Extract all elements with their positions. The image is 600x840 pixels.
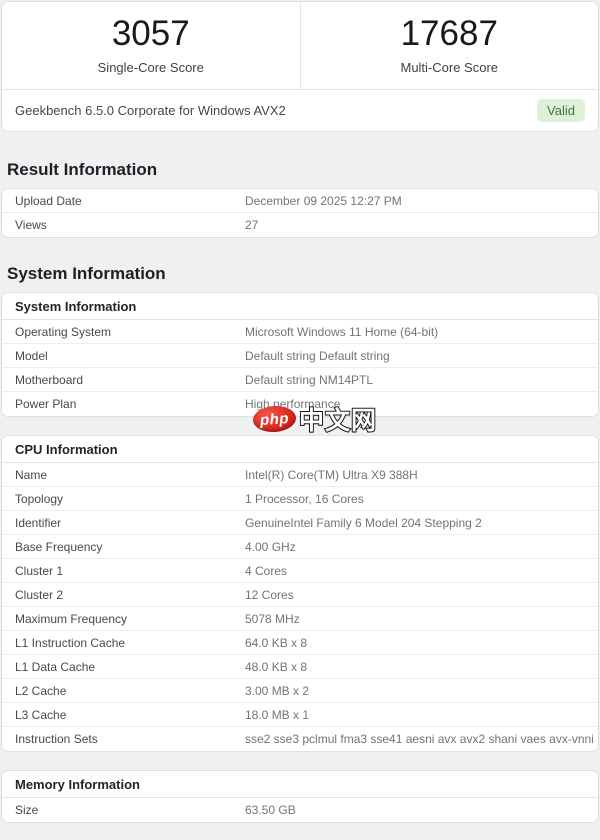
row-value: 4 Cores — [245, 563, 288, 578]
table-header: CPU Information — [2, 436, 598, 463]
row-label: Motherboard — [15, 372, 84, 387]
row-label: Topology — [15, 491, 64, 506]
table-row: L3 Cache 18.0 MB x 1 — [2, 703, 598, 727]
multi-core-score-cell: 17687 Multi-Core Score — [299, 2, 599, 89]
table-row: Size 63.50 GB — [2, 798, 598, 822]
table-row: Maximum Frequency 5078 MHz — [2, 607, 598, 631]
row-label: Cluster 1 — [15, 563, 64, 578]
table-row: L2 Cache 3.00 MB x 2 — [2, 679, 598, 703]
single-core-score-cell: 3057 Single-Core Score — [2, 2, 300, 89]
table-row: Cluster 1 4 Cores — [2, 559, 598, 583]
row-label: L1 Data Cache — [15, 659, 96, 674]
table-row: Views 27 — [2, 213, 598, 237]
row-label: L3 Cache — [15, 707, 67, 722]
row-value: 4.00 GHz — [245, 539, 296, 554]
table-header: System Information — [2, 293, 598, 320]
row-value: Default string NM14PTL — [245, 372, 374, 387]
row-label: Maximum Frequency — [15, 611, 128, 626]
system-information-heading: System Information — [7, 264, 166, 283]
row-value: Default string Default string — [245, 348, 390, 363]
result-information-table: Upload Date December 09 2025 12:27 PM Vi… — [1, 188, 599, 238]
memory-information-table: Memory Information Size 63.50 GB — [1, 770, 599, 823]
row-value: 5078 MHz — [245, 611, 300, 626]
single-core-score-value: 3057 — [111, 14, 190, 54]
row-value: sse2 sse3 pclmul fma3 sse41 aesni avx av… — [245, 732, 594, 746]
row-label: L2 Cache — [15, 683, 67, 698]
table-row: Instruction Sets sse2 sse3 pclmul fma3 s… — [2, 727, 598, 751]
table-row: Upload Date December 09 2025 12:27 PM — [2, 189, 598, 213]
row-label: Views — [15, 218, 47, 232]
table-row: Name Intel(R) Core(TM) Ultra X9 388H — [2, 463, 598, 487]
row-label: Name — [15, 467, 48, 482]
row-value: 18.0 MB x 1 — [245, 707, 310, 722]
row-value: GenuineIntel Family 6 Model 204 Stepping… — [245, 515, 482, 530]
table-row: L1 Instruction Cache 64.0 KB x 8 — [2, 631, 598, 655]
row-value: 3.00 MB x 2 — [245, 683, 310, 698]
row-value: 12 Cores — [245, 587, 294, 602]
row-label: Model — [15, 348, 48, 363]
row-label: Base Frequency — [15, 539, 103, 554]
table-row: Cluster 2 12 Cores — [2, 583, 598, 607]
row-value: High performance — [245, 397, 341, 411]
cpu-information-table: CPU Information Name Intel(R) Core(TM) U… — [1, 435, 599, 752]
benchmark-version-text: Geekbench 6.5.0 Corporate for Windows AV… — [15, 103, 286, 118]
single-core-score-label: Single-Core Score — [97, 59, 204, 75]
row-value: 64.0 KB x 8 — [245, 635, 308, 650]
row-value: Intel(R) Core(TM) Ultra X9 388H — [245, 467, 418, 482]
row-label: Size — [15, 803, 39, 817]
row-label: Identifier — [15, 515, 62, 530]
table-row: Identifier GenuineIntel Family 6 Model 2… — [2, 511, 598, 535]
multi-core-score-value: 17687 — [400, 14, 498, 54]
table-header: Memory Information — [2, 771, 598, 798]
table-row: Base Frequency 4.00 GHz — [2, 535, 598, 559]
row-value: 48.0 KB x 8 — [245, 659, 308, 674]
valid-status-badge: Valid — [537, 99, 585, 122]
benchmark-version-bar: Geekbench 6.5.0 Corporate for Windows AV… — [2, 89, 598, 131]
table-row: Topology 1 Processor, 16 Cores — [2, 487, 598, 511]
row-value: Microsoft Windows 11 Home (64-bit) — [245, 324, 439, 339]
row-label: Cluster 2 — [15, 587, 64, 602]
row-label: Power Plan — [15, 397, 77, 411]
table-row: L1 Data Cache 48.0 KB x 8 — [2, 655, 598, 679]
row-value: 27 — [245, 218, 259, 232]
score-summary-card: 3057 Single-Core Score 17687 Multi-Core … — [1, 1, 599, 132]
table-row: Model Default string Default string — [2, 344, 598, 368]
table-row: Motherboard Default string NM14PTL — [2, 368, 598, 392]
row-value: 63.50 GB — [245, 803, 296, 817]
row-label: L1 Instruction Cache — [15, 635, 126, 650]
multi-core-score-label: Multi-Core Score — [400, 59, 499, 75]
row-value: 1 Processor, 16 Cores — [245, 491, 364, 506]
table-row: Power Plan High performance — [2, 392, 598, 416]
table-row: Operating System Microsoft Windows 11 Ho… — [2, 320, 598, 344]
row-value: December 09 2025 12:27 PM — [245, 193, 402, 208]
result-information-heading: Result Information — [7, 160, 158, 179]
system-information-table: System Information Operating System Micr… — [1, 292, 599, 417]
score-row: 3057 Single-Core Score 17687 Multi-Core … — [2, 2, 598, 89]
row-label: Operating System — [15, 324, 112, 339]
row-label: Instruction Sets — [15, 732, 98, 746]
row-label: Upload Date — [15, 193, 82, 208]
